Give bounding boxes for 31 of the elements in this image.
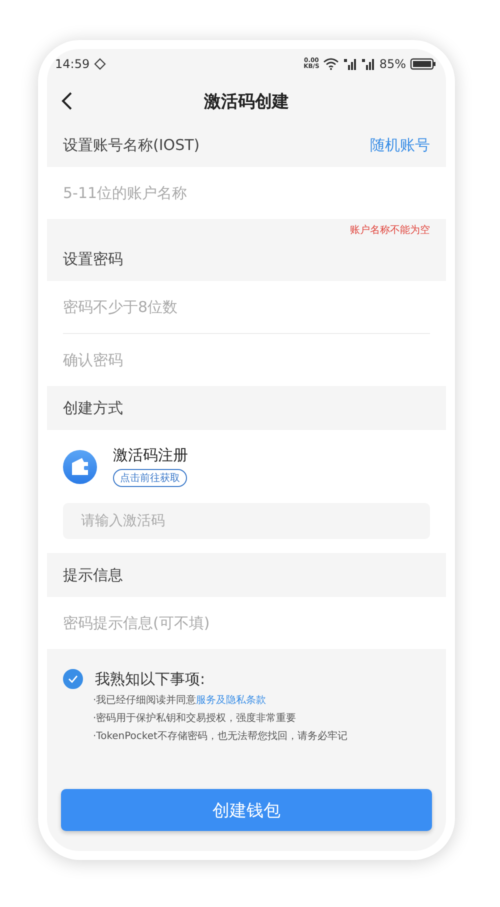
battery-level: 85%: [379, 57, 406, 71]
notice-text: ·TokenPocket不存储密码，也无法帮您找回，请务必牢记: [93, 730, 348, 743]
wallet-icon: [63, 450, 97, 484]
agree-checkbox[interactable]: [63, 669, 83, 689]
password-field[interactable]: 确认密码: [47, 334, 446, 386]
random-account-link[interactable]: 随机账号: [370, 136, 430, 154]
notice-text: ·我已经仔细阅读并同意服务及隐私条款: [93, 694, 268, 707]
signal-icon: [361, 58, 376, 70]
account-name-field[interactable]: 5-11位的账户名称: [47, 167, 446, 219]
section-label: 设置密码: [63, 250, 123, 268]
wifi-icon: [323, 58, 340, 70]
terms-link[interactable]: 服务及隐私条款: [196, 695, 266, 706]
password-hint-field[interactable]: 密码提示信息(可不填): [47, 597, 446, 649]
terms-title: 我熟知以下事项:: [95, 670, 206, 688]
create-wallet-button[interactable]: 创建钱包: [61, 789, 432, 831]
method-name: 激活码注册: [113, 446, 188, 465]
status-time: 14:59: [55, 57, 90, 71]
back-icon: [61, 91, 73, 111]
check-icon: [68, 675, 78, 683]
get-code-link[interactable]: 点击前往获取: [113, 469, 187, 487]
section-label: 设置账号名称(IOST): [63, 136, 200, 154]
activation-code-field[interactable]: 请输入激活码: [63, 503, 430, 539]
section-label: 提示信息: [63, 566, 123, 584]
notice-text: ·密码用于保护私钥和交易授权，强度非常重要: [93, 712, 298, 725]
back-button[interactable]: [61, 91, 73, 111]
battery-icon: [410, 58, 436, 70]
error-message: 账户名称不能为空: [350, 224, 430, 237]
password-field[interactable]: 密码不少于8位数: [47, 281, 446, 333]
page-title: 激活码创建: [204, 90, 289, 112]
signal-icon: [343, 58, 358, 70]
section-label: 创建方式: [63, 398, 123, 418]
